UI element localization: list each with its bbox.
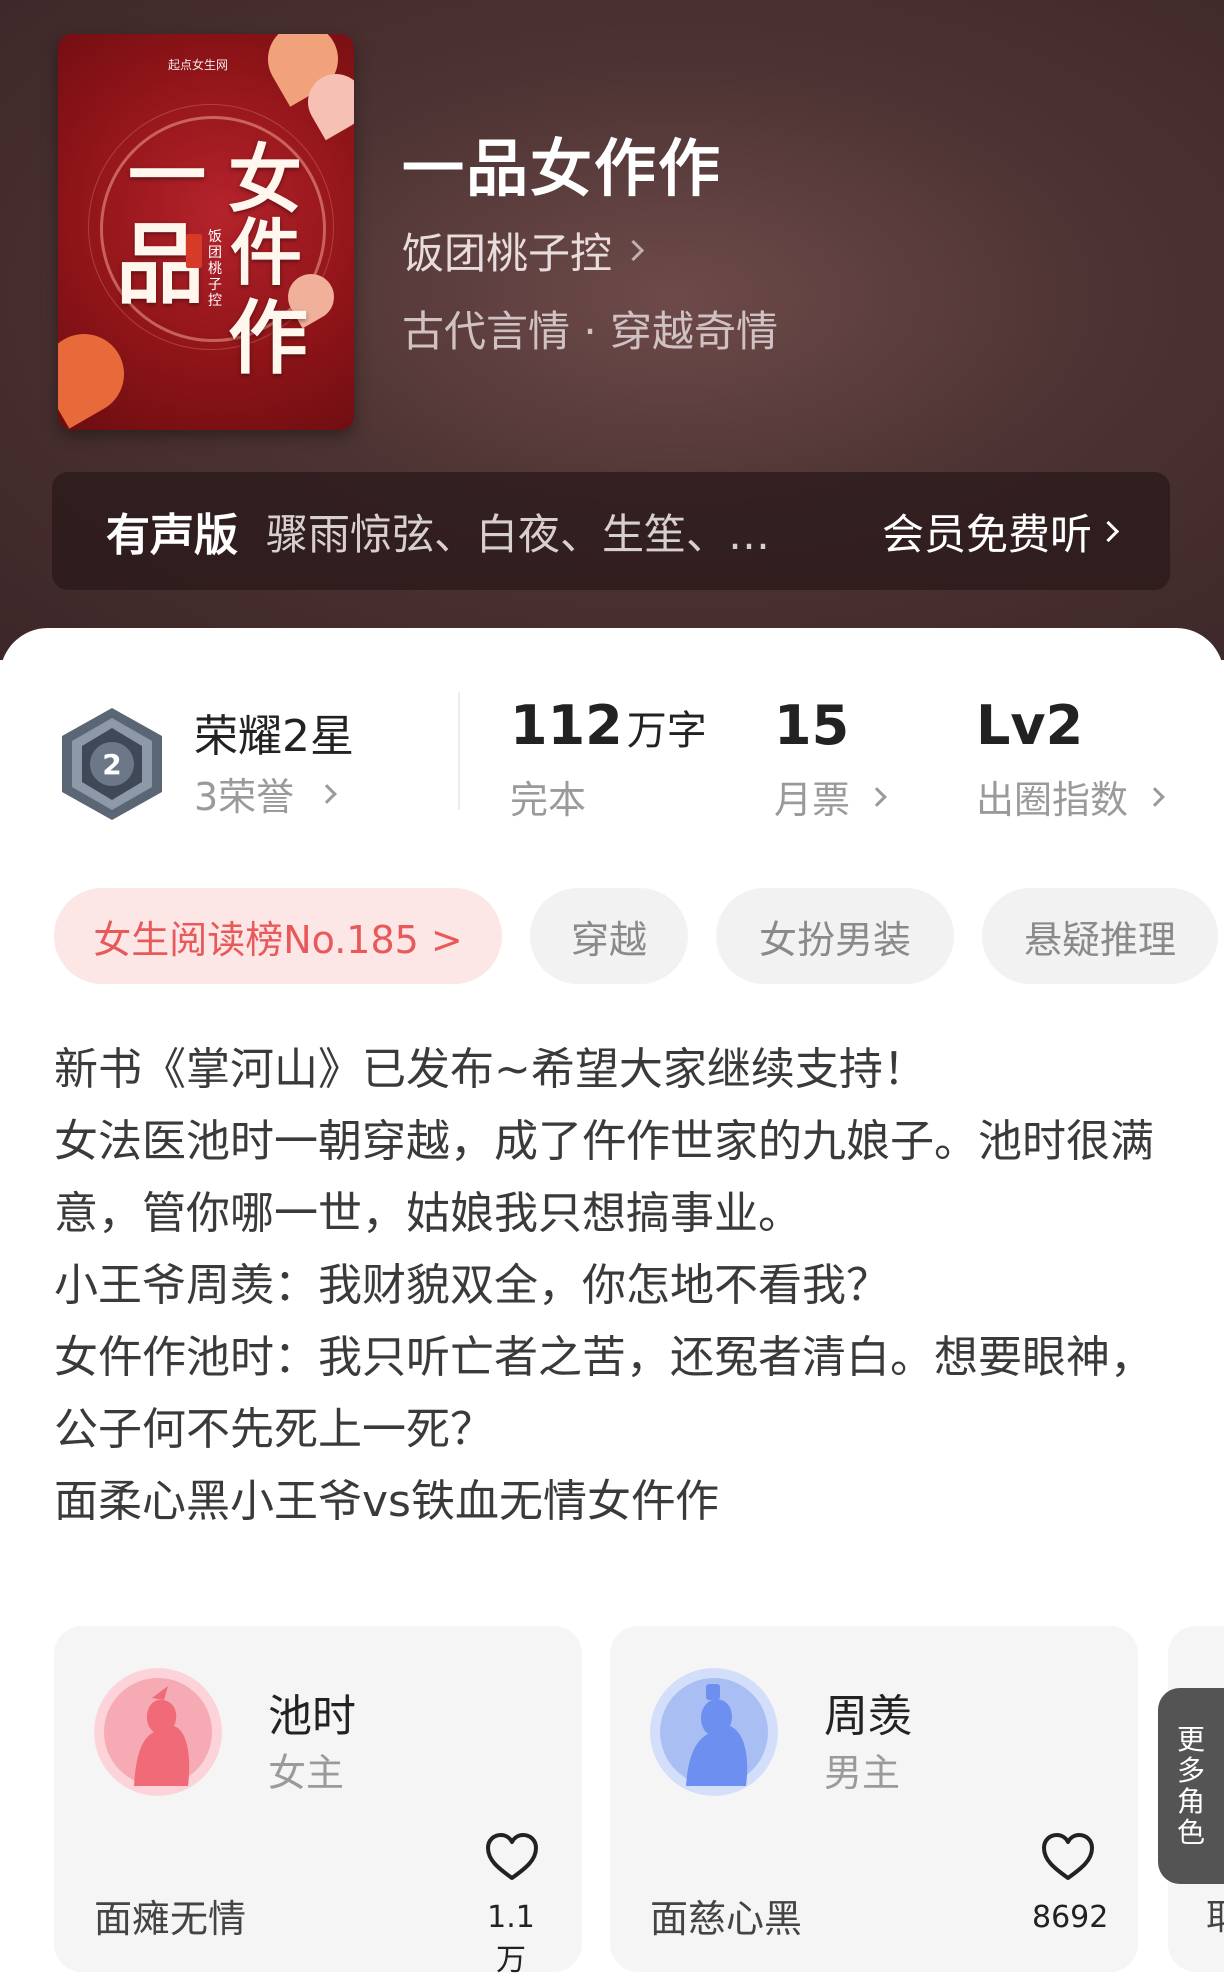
- character-trait: 面瘫无情: [94, 1897, 247, 1941]
- monthly-ticket-value: 15: [774, 694, 850, 757]
- monthly-ticket-label: 月票: [774, 778, 851, 822]
- cover-seal: [186, 234, 202, 268]
- completion-status: 完本: [510, 778, 587, 822]
- badge-level: 2: [102, 748, 121, 781]
- chevron-right-icon: [1097, 520, 1120, 542]
- honor-count: 3荣誉: [194, 775, 295, 819]
- chevron-right-icon: [622, 239, 645, 262]
- ranking-tag[interactable]: 女生阅读榜No.185 >: [54, 888, 502, 984]
- description-line: 面柔心黑小王爷vs铁血无情女仵作: [54, 1476, 719, 1527]
- more-characters-button[interactable]: 更多角色: [1158, 1688, 1224, 1884]
- tag-cross-dressing[interactable]: 女扮男装: [716, 888, 954, 984]
- author-link[interactable]: 饭团桃子控: [402, 220, 645, 281]
- cover-flower-decoration: [58, 319, 139, 429]
- book-description[interactable]: 新书《掌河山》已发布~希望大家继续支持！ 女法医池时一朝穿越，成了仵作世家的九娘子…: [54, 1034, 1184, 1538]
- word-count-stat: 112 万字 完本: [510, 694, 707, 824]
- heart-icon[interactable]: [1040, 1830, 1096, 1886]
- character-name: 池时: [268, 1691, 356, 1742]
- character-name: 周羡: [824, 1691, 912, 1742]
- honor-link[interactable]: 3荣誉: [194, 766, 338, 821]
- popularity-level: Lv2: [976, 694, 1084, 757]
- cover-author-vertical: 饭团桃子控: [208, 229, 222, 309]
- popularity-index-stat[interactable]: Lv2 出圈指数: [976, 694, 1165, 824]
- book-title: 一品女作作: [402, 132, 723, 205]
- chevron-right-icon: [867, 786, 887, 807]
- audio-free-listen: 会员免费听: [881, 509, 1092, 559]
- character-card[interactable]: 池时 女主 面瘫无情 1.1万: [54, 1626, 582, 1978]
- character-trait-partial: 耶: [1206, 1888, 1224, 1940]
- stats-divider: [458, 692, 460, 810]
- character-role: 女主: [268, 1751, 345, 1795]
- more-characters-label: 更多角色: [1176, 1723, 1205, 1849]
- cover-publisher: 起点女生网: [168, 58, 229, 72]
- book-genre: 古代言情 · 穿越奇情: [402, 307, 779, 356]
- description-line: 女法医池时一朝穿越，成了仵作世家的九娘子。池时很满意，管你哪一世，姑娘我只想搞事…: [54, 1116, 1154, 1239]
- tag-mystery[interactable]: 悬疑推理: [982, 888, 1218, 984]
- audio-cast: 骤雨惊弦、白夜、生笙、…: [266, 509, 771, 559]
- chevron-right-icon: [317, 783, 338, 804]
- like-count: 8692: [1032, 1900, 1109, 1935]
- tag-time-travel[interactable]: 穿越: [530, 888, 688, 984]
- word-count-value: 112: [510, 694, 623, 757]
- heart-icon[interactable]: [484, 1830, 540, 1886]
- character-avatar: [650, 1668, 778, 1796]
- honor-badge-icon: 2: [62, 708, 162, 820]
- book-cover-image[interactable]: 起点女生网 一 品 女 件 作 饭团桃子控: [58, 34, 354, 430]
- character-card[interactable]: 周羡 男主 面慈心黑 8692: [610, 1626, 1138, 1972]
- author-name: 饭团桃子控: [402, 229, 613, 278]
- popularity-label: 出圈指数: [976, 778, 1129, 822]
- honor-title: 荣耀2星: [194, 711, 354, 762]
- audio-label: 有声版: [106, 510, 238, 561]
- character-avatar: [94, 1668, 222, 1796]
- audio-version-bar[interactable]: 有声版 骤雨惊弦、白夜、生笙、… 会员免费听: [52, 472, 1170, 590]
- word-count-unit: 万字: [626, 708, 707, 754]
- character-role: 男主: [824, 1751, 901, 1795]
- chevron-right-icon: [1145, 786, 1165, 807]
- monthly-ticket-stat[interactable]: 15 月票: [774, 694, 887, 824]
- character-trait: 面慈心黑: [650, 1897, 803, 1941]
- like-count: 1.1万: [487, 1900, 535, 1978]
- description-line: 女仵作池时：我只听亡者之苦，还冤者清白。想要眼神，公子何不先死上一死？: [54, 1332, 1154, 1455]
- description-line: 新书《掌河山》已发布~希望大家继续支持！: [54, 1044, 927, 1095]
- description-line: 小王爷周羡：我财貌双全，你怎地不看我？: [54, 1260, 890, 1311]
- book-header: 起点女生网 一 品 女 件 作 饭团桃子控 一品女作作 饭团桃子控 古代言情 ·…: [0, 0, 1224, 660]
- cover-title-char: 作: [228, 291, 308, 385]
